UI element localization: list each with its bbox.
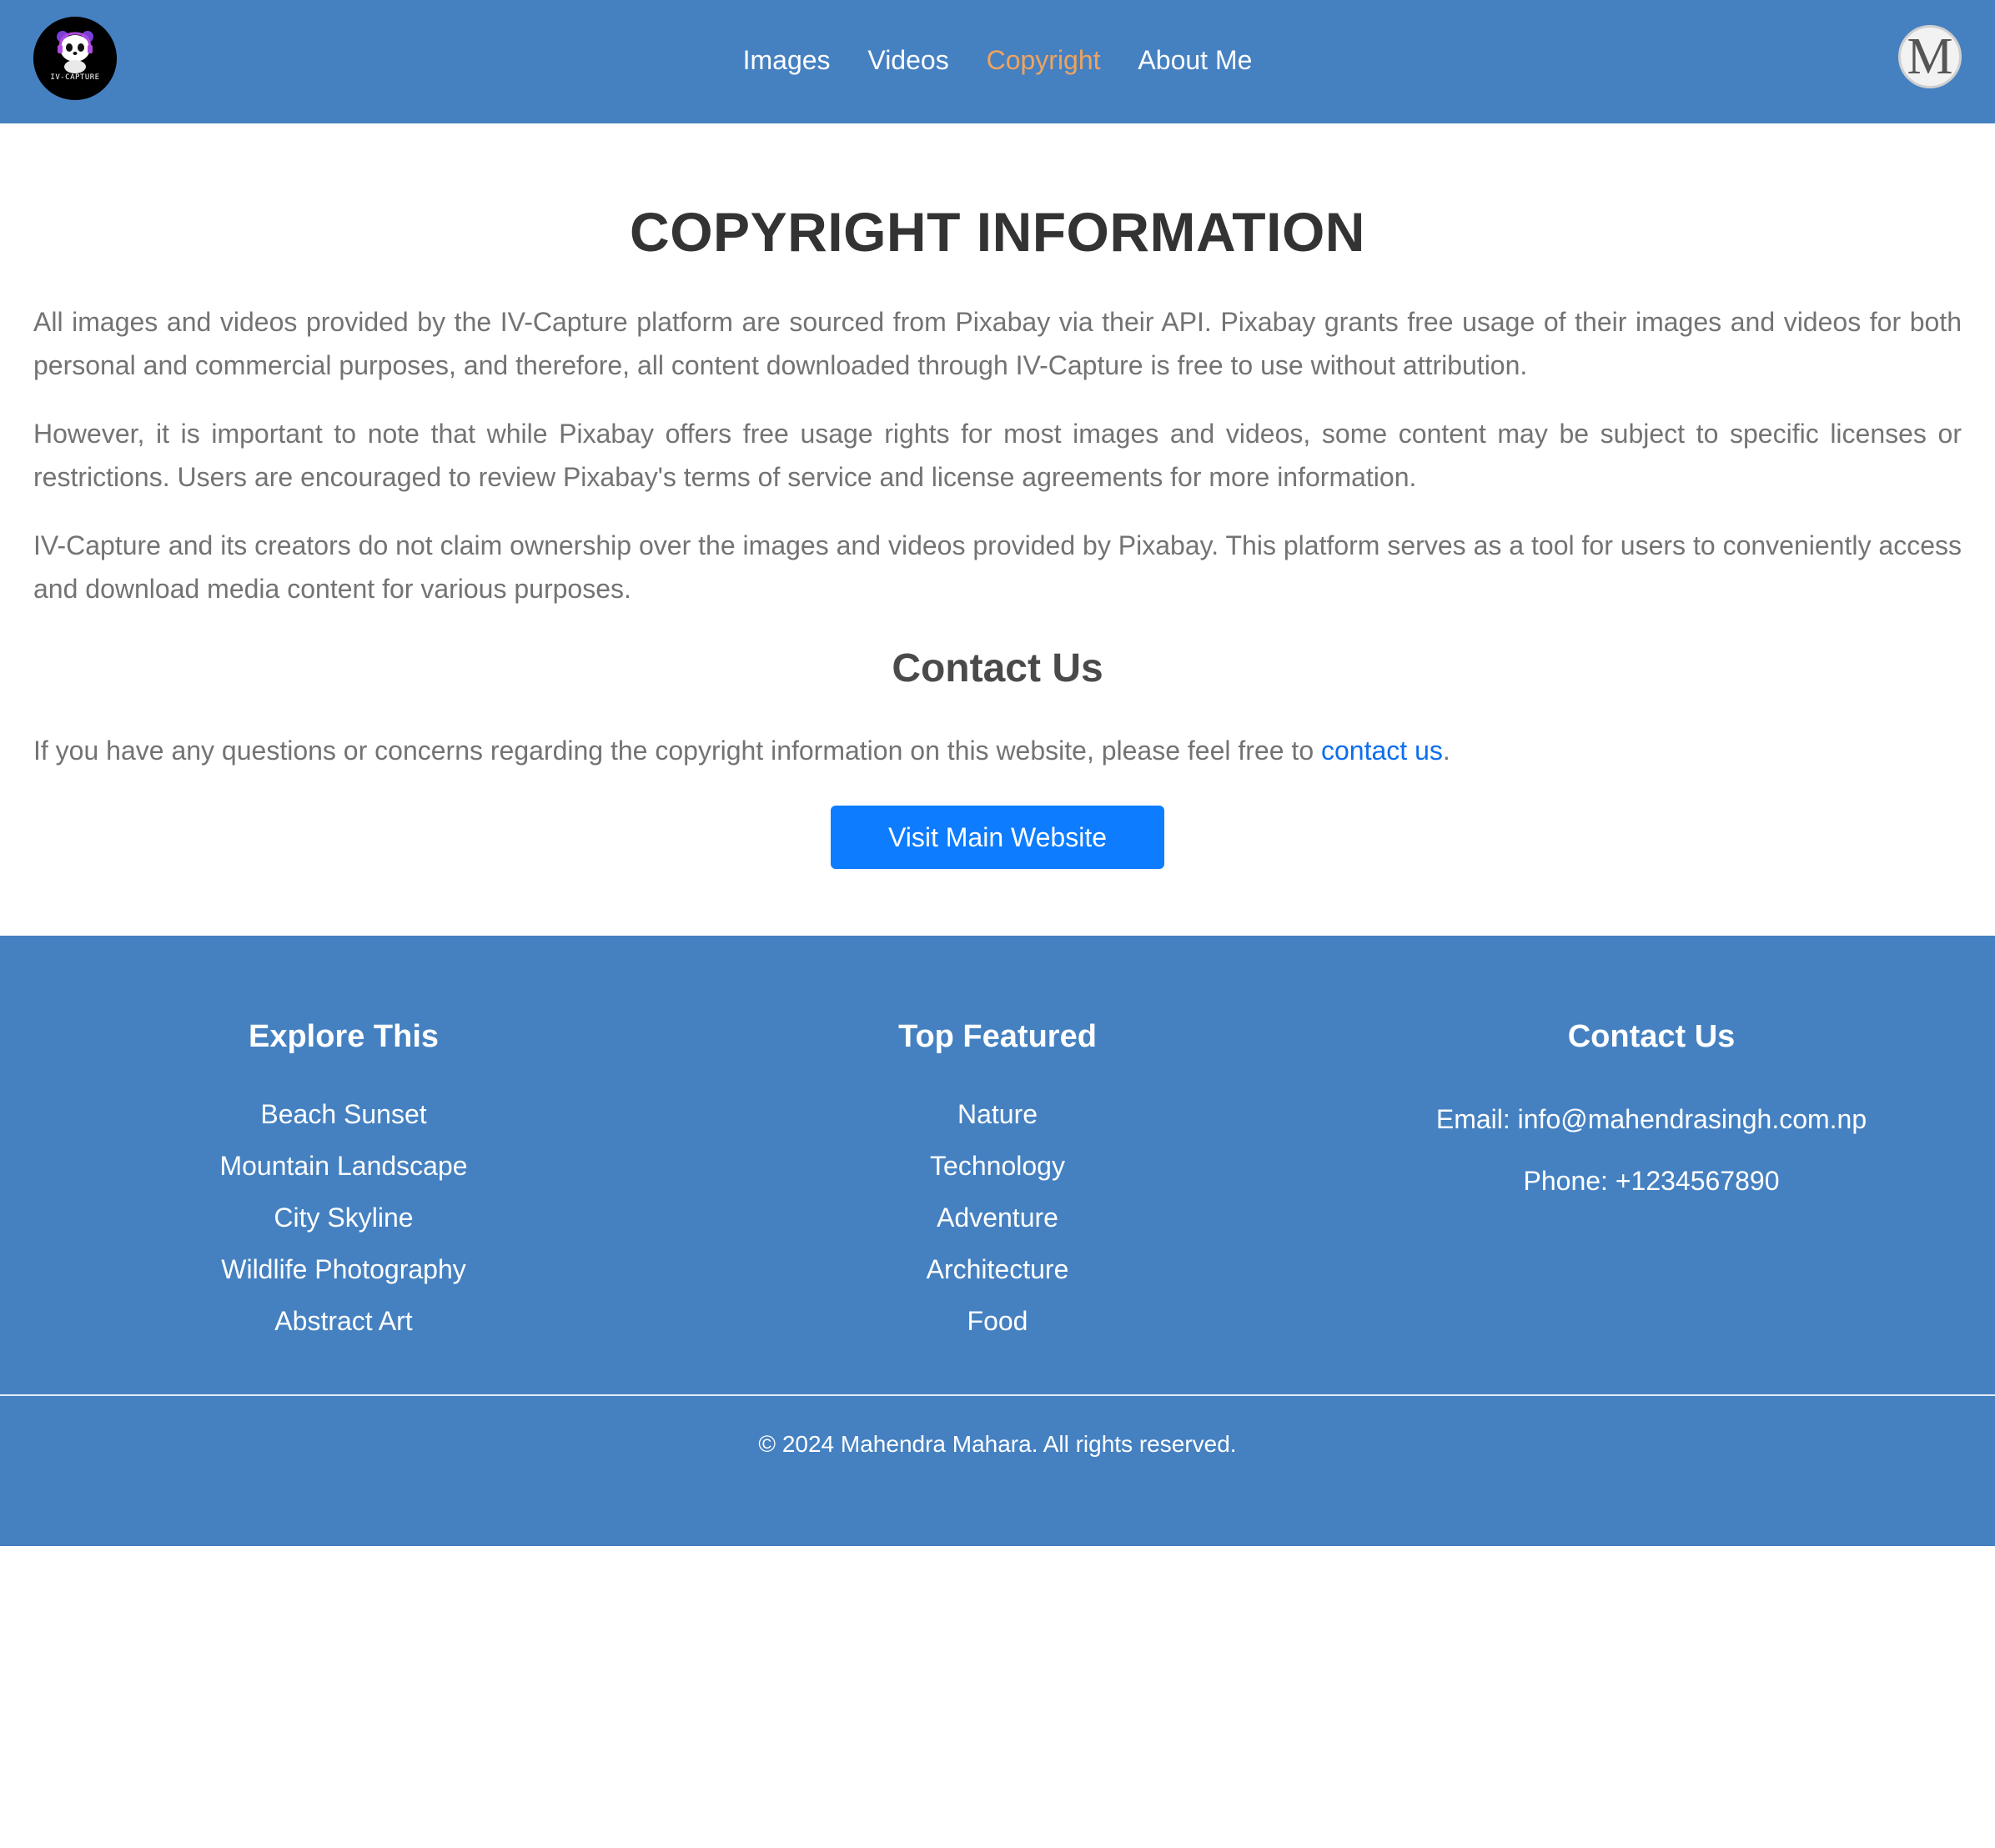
footer-link-adventure[interactable]: Adventure [706, 1192, 1289, 1243]
footer-link-wildlife-photography[interactable]: Wildlife Photography [52, 1243, 636, 1295]
contact-text-after: . [1442, 736, 1450, 766]
paragraph-licenses: However, it is important to note that wh… [33, 419, 1962, 492]
footer-divider [0, 1394, 1995, 1396]
footer-link-abstract-art[interactable]: Abstract Art [52, 1295, 636, 1347]
contact-us-link[interactable]: contact us [1321, 736, 1443, 766]
page-title: COPYRIGHT INFORMATION [630, 201, 1365, 263]
page: IV-CAPTURE Images Videos Copyright About… [0, 0, 1995, 1848]
copyright-text: © 2024 Mahendra Mahara. All rights reser… [758, 1431, 1237, 1457]
contact-heading: Contact Us [892, 646, 1103, 690]
contact-text-before: If you have any questions or concerns re… [33, 736, 1321, 766]
contact-text: If you have any questions or concerns re… [33, 729, 1962, 772]
footer-explore-column: Explore This Beach Sunset Mountain Lands… [52, 1019, 636, 1347]
avatar[interactable]: M [1898, 25, 1962, 88]
footer-phone[interactable]: Phone: +1234567890 [1359, 1150, 1943, 1212]
main-nav: Images Videos Copyright About Me [0, 45, 1995, 76]
footer-explore-heading: Explore This [248, 1019, 440, 1054]
footer-featured-column: Top Featured Nature Technology Adventure… [706, 1019, 1289, 1347]
footer-link-mountain-landscape[interactable]: Mountain Landscape [52, 1140, 636, 1192]
footer-link-city-skyline[interactable]: City Skyline [52, 1192, 636, 1243]
visit-main-website-button[interactable]: Visit Main Website [831, 806, 1164, 869]
nav-item-images[interactable]: Images [743, 45, 831, 76]
site-footer: Explore This Beach Sunset Mountain Lands… [0, 936, 1995, 1546]
footer-contact-heading: Contact Us [1567, 1019, 1736, 1054]
nav-item-videos[interactable]: Videos [867, 45, 948, 76]
footer-featured-list: Nature Technology Adventure Architecture… [706, 1088, 1289, 1347]
footer-featured-heading: Top Featured [898, 1019, 1097, 1054]
footer-link-beach-sunset[interactable]: Beach Sunset [52, 1088, 636, 1140]
paragraph-sourcing: All images and videos provided by the IV… [33, 307, 1962, 380]
footer-email[interactable]: Email: info@mahendrasingh.com.np [1359, 1088, 1943, 1150]
footer-explore-list: Beach Sunset Mountain Landscape City Sky… [52, 1088, 636, 1347]
nav-item-copyright[interactable]: Copyright [987, 45, 1101, 76]
footer-link-architecture[interactable]: Architecture [706, 1243, 1289, 1295]
site-header: IV-CAPTURE Images Videos Copyright About… [0, 0, 1995, 123]
footer-link-food[interactable]: Food [706, 1295, 1289, 1347]
footer-contact-column: Contact Us Email: info@mahendrasingh.com… [1359, 1019, 1943, 1212]
footer-link-technology[interactable]: Technology [706, 1140, 1289, 1192]
nav-item-about-me[interactable]: About Me [1138, 45, 1252, 76]
footer-link-nature[interactable]: Nature [706, 1088, 1289, 1140]
paragraph-ownership: IV-Capture and its creators do not claim… [33, 530, 1962, 604]
